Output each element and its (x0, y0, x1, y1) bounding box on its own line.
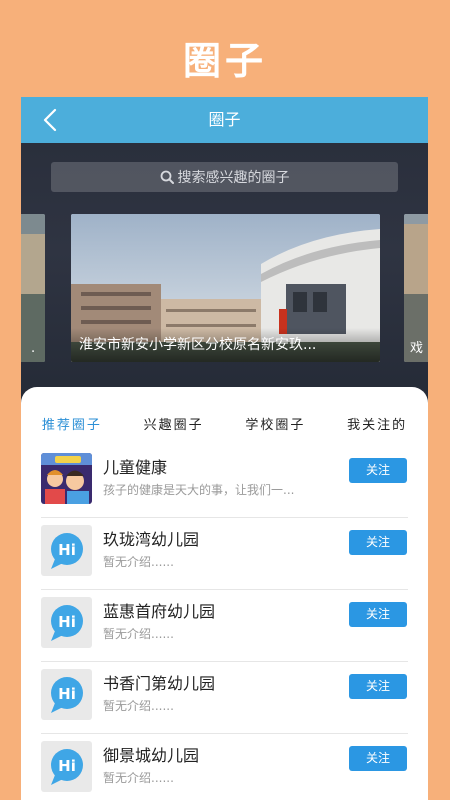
banner-next-caption: 戏 (410, 341, 424, 356)
banner-prev[interactable]: . (21, 214, 45, 362)
circle-list: 儿童健康 孩子的健康是天大的事，让我们一... 关注 Hi 玖珑湾幼儿园 暂无介… (21, 446, 428, 800)
back-button[interactable] (35, 105, 65, 135)
banner-prev-image (21, 214, 45, 362)
svg-text:Hi: Hi (58, 757, 76, 775)
follow-button[interactable]: 关注 (349, 746, 407, 771)
circle-desc: 暂无介绍...... (103, 699, 174, 713)
tab-following[interactable]: 我关注的 (341, 410, 413, 437)
list-item[interactable]: 儿童健康 孩子的健康是天大的事，让我们一... 关注 (41, 446, 408, 518)
circle-name: 蓝惠首府幼儿园 (103, 602, 216, 621)
hi-bubble-icon: Hi (41, 597, 92, 648)
kids-health-image (41, 453, 92, 504)
circle-desc: 暂无介绍...... (103, 627, 174, 641)
tab-bar: 推荐圈子 兴趣圈子 学校圈子 我关注的 (21, 403, 428, 443)
svg-text:Hi: Hi (58, 541, 76, 559)
circle-name: 书香门第幼儿园 (103, 674, 216, 693)
phone-screen: 圈子 搜索感兴趣的圈子 . 淮安市新安小学新区分校原名新安玖... 戏 推荐圈子… (21, 97, 428, 800)
search-icon (160, 170, 174, 184)
list-item[interactable]: Hi 蓝惠首府幼儿园 暂无介绍...... 关注 (41, 590, 408, 662)
hi-bubble-icon: Hi (41, 741, 92, 792)
search-placeholder: 搜索感兴趣的圈子 (177, 170, 290, 186)
app-header: 圈子 (21, 97, 428, 143)
chevron-left-icon (43, 108, 57, 132)
circle-desc: 孩子的健康是天大的事，让我们一... (103, 483, 295, 497)
follow-button[interactable]: 关注 (349, 602, 407, 627)
circle-desc: 暂无介绍...... (103, 771, 174, 785)
page-title: 圈子 (208, 110, 241, 129)
hero-area: 搜索感兴趣的圈子 . 淮安市新安小学新区分校原名新安玖... 戏 (21, 143, 428, 413)
banner-main[interactable]: 淮安市新安小学新区分校原名新安玖... (71, 214, 380, 362)
follow-button[interactable]: 关注 (349, 530, 407, 555)
circle-name: 玖珑湾幼儿园 (103, 530, 200, 549)
hi-bubble-icon: Hi (41, 669, 92, 720)
promo-title: 圈子 (182, 39, 267, 83)
list-item[interactable]: Hi 玖珑湾幼儿园 暂无介绍...... 关注 (41, 518, 408, 590)
search-input[interactable]: 搜索感兴趣的圈子 (51, 162, 398, 192)
svg-text:Hi: Hi (58, 613, 76, 631)
circle-desc: 暂无介绍...... (103, 555, 174, 569)
list-item[interactable]: Hi 书香门第幼儿园 暂无介绍...... 关注 (41, 662, 408, 734)
banner-next[interactable]: 戏 (404, 214, 428, 362)
banner-caption: 淮安市新安小学新区分校原名新安玖... (71, 328, 380, 362)
circle-panel: 推荐圈子 兴趣圈子 学校圈子 我关注的 儿童健康 孩子的健康是天大的事，让我们一… (21, 387, 428, 800)
circle-name: 御景城幼儿园 (103, 746, 200, 765)
tab-school[interactable]: 学校圈子 (239, 410, 311, 437)
list-item[interactable]: Hi 御景城幼儿园 暂无介绍...... 关注 (41, 734, 408, 800)
svg-text:Hi: Hi (58, 685, 76, 703)
banner-prev-caption: . (31, 341, 36, 356)
tab-recommended[interactable]: 推荐圈子 (36, 410, 108, 437)
follow-button[interactable]: 关注 (349, 458, 407, 483)
follow-button[interactable]: 关注 (349, 674, 407, 699)
tab-interest[interactable]: 兴趣圈子 (138, 410, 210, 437)
hi-bubble-icon: Hi (41, 525, 92, 576)
circle-name: 儿童健康 (103, 458, 168, 477)
